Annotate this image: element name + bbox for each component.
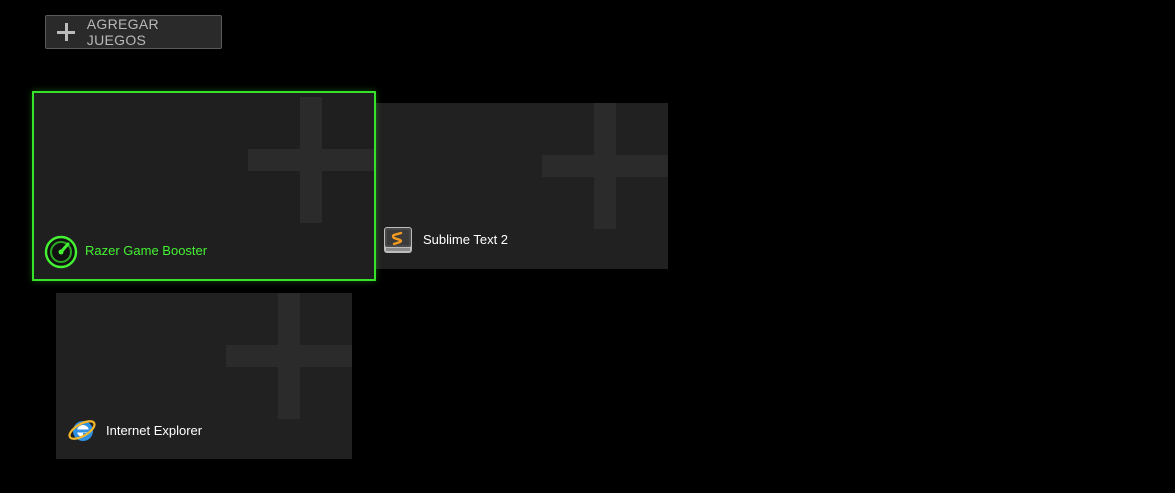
game-tile-sublime-text[interactable]: Sublime Text 2 xyxy=(376,103,668,269)
add-games-button[interactable]: AGREGAR JUEGOS xyxy=(45,15,222,49)
game-library-view: AGREGAR JUEGOS Sublime Text 2 Internet E… xyxy=(0,0,1175,493)
game-tile-internet-explorer[interactable]: Internet Explorer xyxy=(56,293,352,459)
sublime-text-icon xyxy=(382,224,414,256)
add-games-label: AGREGAR JUEGOS xyxy=(86,16,159,48)
internet-explorer-icon xyxy=(66,414,98,446)
razer-game-booster-icon xyxy=(44,235,78,269)
tile-background-plus-icon xyxy=(542,103,668,229)
game-tile-razer-game-booster[interactable]: Razer Game Booster xyxy=(32,91,376,281)
game-label: Razer Game Booster xyxy=(85,243,208,258)
tile-background-plus-icon xyxy=(248,97,374,223)
plus-icon xyxy=(56,22,76,42)
game-label: Sublime Text 2 xyxy=(423,232,509,247)
game-label: Internet Explorer xyxy=(106,423,203,438)
tile-background-plus-icon xyxy=(226,293,352,419)
